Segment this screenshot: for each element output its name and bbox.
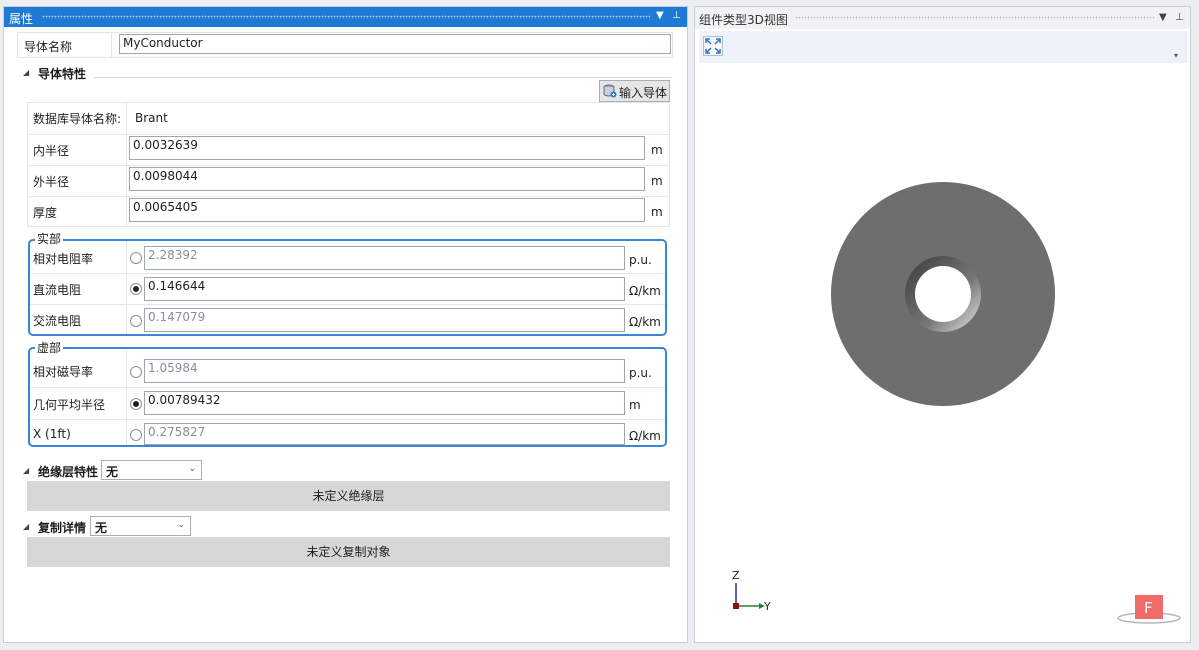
ac-resistance-radio[interactable] — [130, 315, 142, 327]
section-rule — [94, 77, 671, 78]
divider — [126, 241, 127, 334]
toolbar-overflow-icon[interactable]: ▾ — [1174, 51, 1178, 60]
insulation-combo[interactable]: 无 ⌄ — [101, 460, 202, 480]
relative-resistivity-radio[interactable] — [130, 252, 142, 264]
3d-view-toolbar: ▾ — [699, 31, 1188, 63]
copy-detail-combo-value: 无 — [95, 521, 108, 535]
chevron-down-icon: ⌄ — [177, 520, 185, 530]
chevron-down-icon[interactable]: ▼ — [1159, 11, 1167, 25]
axis-triad-icon — [733, 583, 765, 609]
dc-resistance-input[interactable]: 0.146644 — [144, 277, 625, 301]
properties-panel: 属性 ▼ ⊥ 导体名称 MyConductor ◢ 导体特性 输入导体 数据库导… — [3, 6, 688, 643]
collapse-triangle-icon[interactable]: ◢ — [23, 68, 29, 77]
inner-radius-input[interactable]: 0.0032639 — [129, 136, 645, 160]
x-1ft-input[interactable]: 0.275827 — [144, 423, 625, 445]
chevron-down-icon[interactable]: ▼ — [656, 9, 664, 23]
outer-radius-input[interactable]: 0.0098044 — [129, 167, 645, 191]
x-1ft-radio[interactable] — [130, 429, 142, 441]
dc-resistance-label: 直流电阻 — [33, 283, 82, 297]
copy-detail-combo[interactable]: 无 ⌄ — [90, 516, 191, 536]
divider — [27, 196, 670, 197]
axis-z-label: Z — [732, 569, 740, 582]
outer-radius-unit: m — [651, 174, 663, 188]
conductor-name-input[interactable]: MyConductor — [119, 34, 671, 54]
thickness-input[interactable]: 0.0065405 — [129, 198, 645, 222]
divider — [27, 165, 670, 166]
thickness-unit: m — [651, 205, 663, 219]
3d-viewport[interactable]: Z Y F — [695, 65, 1190, 640]
inner-radius-label: 内半径 — [33, 144, 70, 158]
panel-title: 属性 — [9, 12, 34, 26]
axis-y-label: Y — [763, 600, 771, 613]
relative-permeability-radio[interactable] — [130, 366, 142, 378]
dc-resistance-unit: Ω/km — [629, 284, 661, 298]
copy-detail-undefined-bar[interactable]: 未定义复制对象 — [27, 537, 670, 567]
gmr-input[interactable]: 0.00789432 — [144, 391, 625, 415]
db-conductor-name-label: 数据库导体名称: — [33, 112, 122, 126]
inner-radius-unit: m — [651, 143, 663, 157]
real-part-legend: 实部 — [35, 230, 64, 247]
3d-view-panel: 组件类型3D视图 ▼ ⊥ ▾ Z Y F — [694, 6, 1191, 643]
insulation-undefined-bar[interactable]: 未定义绝缘层 — [27, 481, 670, 511]
relative-resistivity-input[interactable]: 2.28392 — [144, 246, 625, 270]
divider — [126, 349, 127, 445]
thickness-label: 厚度 — [33, 206, 58, 220]
x-1ft-label: X (1ft) — [33, 427, 71, 441]
title-grip — [795, 16, 1155, 20]
gmr-radio[interactable] — [130, 398, 142, 410]
front-marker-label: F — [1144, 599, 1153, 617]
import-conductor-button[interactable]: 输入导体 — [599, 80, 670, 102]
pin-icon[interactable]: ⊥ — [672, 9, 681, 23]
relative-permeability-input[interactable]: 1.05984 — [144, 359, 625, 383]
gmr-unit: m — [629, 398, 641, 412]
fit-view-icon[interactable] — [703, 36, 723, 56]
x-1ft-unit: Ω/km — [629, 429, 661, 443]
conductor-bore — [915, 266, 971, 322]
ac-resistance-label: 交流电阻 — [33, 314, 82, 328]
divider — [30, 419, 665, 420]
database-icon — [603, 84, 617, 98]
ac-resistance-unit: Ω/km — [629, 315, 661, 329]
title-grip — [42, 15, 650, 19]
relative-resistivity-label: 相对电阻率 — [33, 252, 94, 266]
collapse-triangle-icon[interactable]: ◢ — [23, 522, 29, 531]
divider — [30, 273, 665, 274]
divider — [111, 32, 112, 58]
relative-permeability-label: 相对磁导率 — [33, 365, 94, 379]
collapse-triangle-icon[interactable]: ◢ — [23, 466, 29, 475]
gmr-label: 几何平均半径 — [33, 398, 106, 412]
relative-resistivity-unit: p.u. — [629, 253, 652, 267]
ac-resistance-input[interactable]: 0.147079 — [144, 308, 625, 332]
db-conductor-name-value: Brant — [135, 111, 168, 125]
insulation-combo-value: 无 — [106, 465, 119, 479]
conductor-section-header[interactable]: 导体特性 — [38, 65, 86, 82]
copy-detail-section-header[interactable]: 复制详情 — [38, 519, 86, 536]
outer-radius-label: 外半径 — [33, 175, 70, 189]
panel-title: 组件类型3D视图 — [699, 13, 788, 27]
3d-view-title-bar: 组件类型3D视图 ▼ ⊥ — [695, 7, 1190, 29]
properties-title-bar: 属性 ▼ ⊥ — [4, 7, 687, 27]
divider — [27, 134, 670, 135]
import-conductor-label: 输入导体 — [619, 86, 668, 100]
divider — [30, 387, 665, 388]
pin-icon[interactable]: ⊥ — [1175, 11, 1184, 25]
insulation-section-header[interactable]: 绝缘层特性 — [38, 463, 98, 480]
imaginary-part-legend: 虚部 — [35, 339, 64, 356]
dc-resistance-radio[interactable] — [130, 283, 142, 295]
divider — [30, 304, 665, 305]
relative-permeability-unit: p.u. — [629, 366, 652, 380]
conductor-name-label: 导体名称 — [24, 40, 73, 54]
chevron-down-icon: ⌄ — [188, 464, 196, 474]
